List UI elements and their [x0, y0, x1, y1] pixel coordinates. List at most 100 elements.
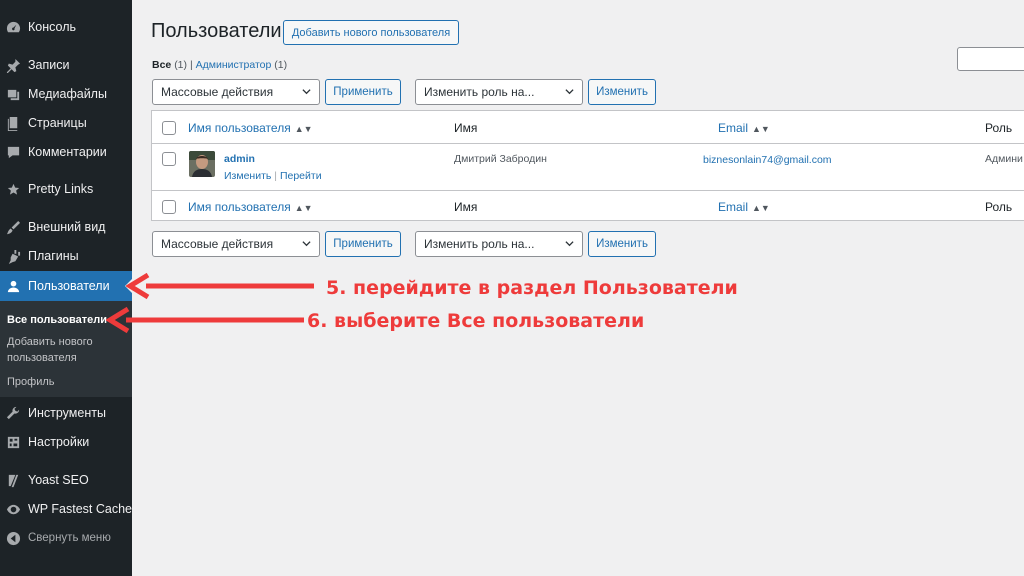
sidebar-item-yoast-seo[interactable]: Yoast SEO: [0, 467, 132, 493]
pin-icon: [5, 57, 21, 73]
sidebar-item-tools[interactable]: Инструменты: [0, 400, 132, 426]
divider: [152, 143, 1024, 144]
sidebar-item-label: Консоль: [28, 20, 77, 34]
column-email-header[interactable]: Email ▲▼: [718, 121, 770, 135]
column-name-footer: Имя: [454, 200, 478, 214]
bulk-actions-select-top[interactable]: Массовые действия: [152, 79, 320, 105]
divider: [152, 190, 1024, 191]
cache-icon: [5, 501, 21, 517]
column-role-header: Роль: [985, 121, 1013, 135]
page-title: Пользователи: [151, 20, 282, 42]
chevron-down-icon: [565, 241, 574, 247]
column-role-footer: Роль: [985, 200, 1013, 214]
annotation-step6: 6. выберите Все пользователи: [307, 310, 645, 332]
username-link[interactable]: admin: [224, 153, 255, 165]
sidebar-item-label: Инструменты: [28, 406, 106, 420]
sidebar-item-label: Пользователи: [28, 279, 110, 293]
select-all-checkbox-bottom[interactable]: [162, 200, 176, 214]
star-icon: [5, 181, 21, 197]
column-email-label: Email: [718, 121, 749, 135]
view-user-link[interactable]: Перейти: [280, 170, 322, 182]
user-full-name: Дмитрий Забродин: [454, 153, 547, 165]
users-icon: [5, 278, 21, 294]
sidebar-item-media[interactable]: Медиафайлы: [0, 81, 132, 107]
sort-icon: ▲▼: [294, 203, 313, 213]
sidebar-item-comments[interactable]: Комментарии: [0, 139, 132, 165]
sidebar-item-settings[interactable]: Настройки: [0, 429, 132, 455]
sidebar-item-label: WP Fastest Cache: [28, 502, 132, 516]
column-username-label: Имя пользователя: [188, 200, 291, 214]
user-email-link[interactable]: biznesonlain74@gmail.com: [703, 154, 832, 166]
annotation-arrow-step5: [126, 272, 314, 300]
avatar: [189, 151, 215, 177]
edit-user-link[interactable]: Изменить: [224, 170, 271, 182]
column-email-label: Email: [718, 200, 749, 214]
media-icon: [5, 86, 21, 102]
sidebar-item-label: Плагины: [28, 249, 79, 263]
sidebar-item-label: Страницы: [28, 116, 87, 130]
sidebar-item-users[interactable]: Пользователи: [0, 271, 132, 301]
bulk-actions-value: Массовые действия: [161, 85, 274, 99]
pages-icon: [5, 115, 21, 131]
user-role-filters: Все (1) | Администратор (1): [152, 59, 287, 71]
sidebar-item-plugins[interactable]: Плагины: [0, 243, 132, 269]
appearance-icon: [5, 219, 21, 235]
submenu-profile[interactable]: Профиль: [7, 374, 125, 390]
change-role-select-top[interactable]: Изменить роль на...: [415, 79, 583, 105]
sidebar-item-wp-fastest-cache[interactable]: WP Fastest Cache: [0, 496, 132, 522]
collapse-menu-label: Свернуть меню: [28, 532, 111, 544]
admin-sidebar: Консоль Записи Медиафайлы Страницы Комме…: [0, 0, 132, 576]
yoast-icon: [5, 472, 21, 488]
row-actions: Изменить | Перейти: [224, 170, 322, 182]
sidebar-item-posts[interactable]: Записи: [0, 52, 132, 78]
row-checkbox[interactable]: [162, 152, 176, 166]
change-role-button-top[interactable]: Изменить: [588, 79, 656, 105]
apply-button-top[interactable]: Применить: [325, 79, 401, 105]
user-role: Админи: [985, 153, 1023, 165]
change-role-select-bottom[interactable]: Изменить роль на...: [415, 231, 583, 257]
change-role-value: Изменить роль на...: [424, 85, 535, 99]
sidebar-item-label: Настройки: [28, 435, 90, 449]
sidebar-item-label: Комментарии: [28, 145, 107, 159]
column-username-label: Имя пользователя: [188, 121, 291, 135]
sidebar-item-label: Записи: [28, 58, 70, 72]
settings-icon: [5, 434, 21, 450]
sidebar-item-pretty-links[interactable]: Pretty Links: [0, 176, 132, 202]
column-name-header: Имя: [454, 121, 478, 135]
filter-administrator[interactable]: Администратор: [196, 59, 272, 71]
sidebar-item-label: Yoast SEO: [28, 473, 89, 487]
bulk-actions-select-bottom[interactable]: Массовые действия: [152, 231, 320, 257]
column-username-header[interactable]: Имя пользователя ▲▼: [188, 121, 313, 135]
filter-admin-count: (1): [274, 59, 288, 71]
sidebar-item-label: Медиафайлы: [28, 87, 107, 101]
column-username-footer[interactable]: Имя пользователя ▲▼: [188, 200, 313, 214]
collapse-menu-button[interactable]: Свернуть меню: [0, 525, 132, 551]
filter-all[interactable]: Все: [152, 59, 171, 71]
tools-icon: [5, 405, 21, 421]
annotation-arrow-step6: [106, 306, 304, 334]
change-role-button-bottom[interactable]: Изменить: [588, 231, 656, 257]
chevron-down-icon: [302, 89, 311, 95]
apply-button-bottom[interactable]: Применить: [325, 231, 401, 257]
sidebar-item-pages[interactable]: Страницы: [0, 110, 132, 136]
sidebar-item-appearance[interactable]: Внешний вид: [0, 214, 132, 240]
sidebar-item-dashboard[interactable]: Консоль: [0, 14, 132, 40]
users-table: Имя пользователя ▲▼ Имя Email ▲▼ Роль admi…: [151, 110, 1024, 221]
sidebar-item-label: Внешний вид: [28, 220, 106, 234]
collapse-icon: [5, 530, 21, 546]
select-all-checkbox-top[interactable]: [162, 121, 176, 135]
row-actions-separator: |: [274, 170, 278, 182]
comments-icon: [5, 144, 21, 160]
annotation-step5: 5. перейдите в раздел Пользователи: [326, 277, 738, 299]
sidebar-item-label: Pretty Links: [28, 182, 94, 196]
sort-icon: ▲▼: [294, 124, 313, 134]
plugins-icon: [5, 248, 21, 264]
chevron-down-icon: [302, 241, 311, 247]
search-users-input[interactable]: [957, 47, 1024, 71]
dashboard-icon: [5, 19, 21, 35]
column-email-footer[interactable]: Email ▲▼: [718, 200, 770, 214]
add-new-user-button[interactable]: Добавить нового пользователя: [283, 20, 459, 45]
filter-separator: |: [189, 59, 193, 71]
submenu-add-new-user[interactable]: Добавить нового пользователя: [7, 334, 125, 366]
change-role-value: Изменить роль на...: [424, 237, 535, 251]
